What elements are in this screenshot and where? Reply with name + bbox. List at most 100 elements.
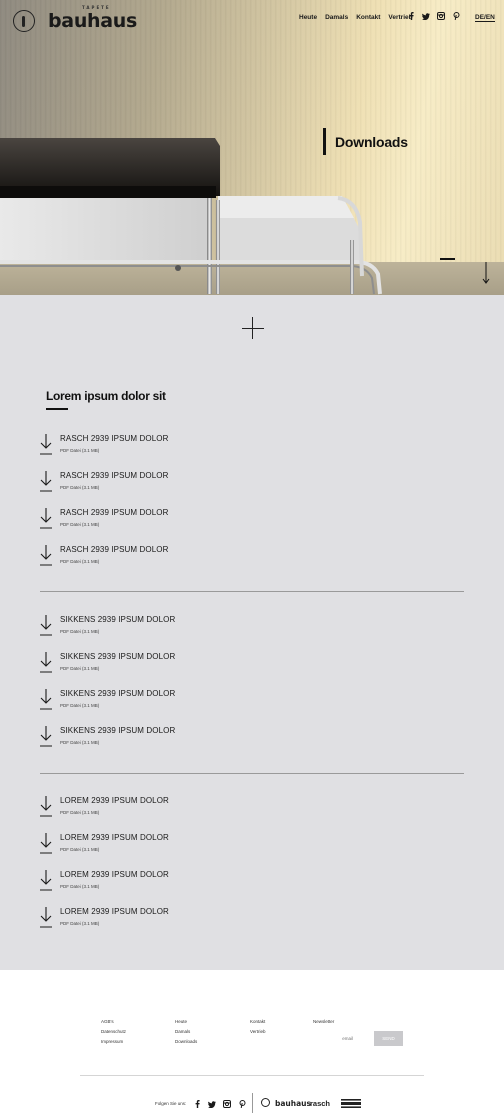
footer-divider <box>80 1075 424 1076</box>
download-arrow-icon <box>40 907 52 928</box>
footer-link-heute[interactable]: Heute <box>175 1019 197 1024</box>
download-item[interactable]: LOREM 2939 IPSUM DOLOR PDF Datei (3.1 MB… <box>40 869 280 899</box>
section-title: Lorem ipsum dolor sit <box>46 389 166 403</box>
instagram-icon[interactable] <box>223 1100 231 1108</box>
download-arrow-icon <box>40 545 52 566</box>
download-arrow-icon <box>40 796 52 817</box>
download-name: RASCH 2939 IPSUM DOLOR <box>60 434 169 443</box>
download-name: RASCH 2939 IPSUM DOLOR <box>60 508 169 517</box>
download-arrow-icon <box>40 689 52 710</box>
nav-item-kontakt[interactable]: Kontakt <box>356 14 380 21</box>
footer-link-damals[interactable]: Damals <box>175 1029 197 1034</box>
download-meta: PDF Datei (3.1 MB) <box>60 810 100 815</box>
download-name: LOREM 2939 IPSUM DOLOR <box>60 833 169 842</box>
download-name: SIKKENS 2939 IPSUM DOLOR <box>60 689 176 698</box>
pinterest-icon[interactable] <box>452 12 460 20</box>
download-arrow-icon <box>40 870 52 891</box>
twitter-icon[interactable] <box>208 1100 216 1108</box>
download-item[interactable]: RASCH 2939 IPSUM DOLOR PDF Datei (3.1 MB… <box>40 507 280 537</box>
download-name: SIKKENS 2939 IPSUM DOLOR <box>60 615 176 624</box>
group-divider <box>40 773 464 774</box>
footer-link-vertrieb[interactable]: Vertrieb <box>250 1029 266 1034</box>
footer-link-downloads[interactable]: Downloads <box>175 1039 197 1044</box>
brand-sikkens-logo-icon[interactable] <box>341 1099 361 1108</box>
brand-rasch-logo[interactable]: rasch <box>310 1099 330 1108</box>
download-item[interactable]: SIKKENS 2939 IPSUM DOLOR PDF Datei (3.1 … <box>40 651 280 681</box>
download-item[interactable]: SIKKENS 2939 IPSUM DOLOR PDF Datei (3.1 … <box>40 725 280 755</box>
nav-item-damals[interactable]: Damals <box>325 14 348 21</box>
footer-column-contact: Kontakt Vertrieb <box>250 1019 266 1039</box>
plus-icon <box>252 317 253 339</box>
main-nav: Heute Damals Kontakt Vertrieb <box>299 14 421 21</box>
download-arrow-icon <box>40 615 52 636</box>
download-name: RASCH 2939 IPSUM DOLOR <box>60 471 169 480</box>
hero-title: Downloads <box>335 134 408 150</box>
footer-column-legal: AGB's Datenschutz Impressum <box>101 1019 126 1049</box>
download-arrow-icon <box>40 652 52 673</box>
download-name: LOREM 2939 IPSUM DOLOR <box>60 870 169 879</box>
hero-title-accent <box>323 128 326 155</box>
language-switcher[interactable]: DE/EN <box>475 14 495 22</box>
newsletter-send-button[interactable]: SEND <box>374 1031 403 1046</box>
download-name: RASCH 2939 IPSUM DOLOR <box>60 545 169 554</box>
download-name: SIKKENS 2939 IPSUM DOLOR <box>60 726 176 735</box>
furniture-illustration <box>0 138 382 295</box>
logo-wordmark: TAPETE bauhaus <box>48 5 138 32</box>
download-arrow-icon <box>40 508 52 529</box>
instagram-icon[interactable] <box>437 12 445 20</box>
download-item[interactable]: RASCH 2939 IPSUM DOLOR PDF Datei (3.1 MB… <box>40 470 280 500</box>
nav-item-heute[interactable]: Heute <box>299 14 317 21</box>
footer-link-datenschutz[interactable]: Datenschutz <box>101 1029 126 1034</box>
logo-tagline: TAPETE <box>82 5 111 10</box>
newsletter-label: Newsletter <box>313 1019 335 1024</box>
download-name: LOREM 2939 IPSUM DOLOR <box>60 796 169 805</box>
download-meta: PDF Datei (3.1 MB) <box>60 847 100 852</box>
pinterest-icon[interactable] <box>238 1100 246 1108</box>
download-meta: PDF Datei (3.1 MB) <box>60 629 100 634</box>
footer-link-agb[interactable]: AGB's <box>101 1019 126 1024</box>
download-meta: PDF Datei (3.1 MB) <box>60 666 100 671</box>
download-item[interactable]: LOREM 2939 IPSUM DOLOR PDF Datei (3.1 MB… <box>40 906 280 936</box>
plus-icon-h <box>242 328 264 329</box>
download-meta: PDF Datei (3.1 MB) <box>60 522 100 527</box>
hero-slide-indicator[interactable] <box>440 258 455 260</box>
language-label[interactable]: DE/EN <box>475 14 495 22</box>
footer <box>0 970 504 1113</box>
download-meta: PDF Datei (3.1 MB) <box>60 559 100 564</box>
footer-link-kontakt[interactable]: Kontakt <box>250 1019 266 1024</box>
download-name: SIKKENS 2939 IPSUM DOLOR <box>60 652 176 661</box>
section-title-underline <box>46 408 68 410</box>
download-arrow-icon <box>40 434 52 455</box>
bauhaus-logo-mark-icon <box>261 1098 270 1107</box>
facebook-icon[interactable] <box>193 1100 201 1108</box>
download-meta: PDF Datei (3.1 MB) <box>60 448 100 453</box>
scroll-down-icon[interactable] <box>482 262 490 284</box>
group-divider <box>40 591 464 592</box>
follow-label: Folgen Sie uns: <box>155 1101 187 1106</box>
logo-name: bauhaus <box>48 10 138 32</box>
download-meta: PDF Datei (3.1 MB) <box>60 703 100 708</box>
newsletter-email-input[interactable] <box>313 1031 373 1046</box>
page: TAPETE bauhaus Heute Damals Kontakt Vert… <box>0 0 504 1113</box>
download-item[interactable]: LOREM 2939 IPSUM DOLOR PDF Datei (3.1 MB… <box>40 832 280 862</box>
download-name: LOREM 2939 IPSUM DOLOR <box>60 907 169 916</box>
logo[interactable]: TAPETE bauhaus <box>13 5 138 32</box>
download-arrow-icon <box>40 726 52 747</box>
footer-social-links <box>193 1100 246 1108</box>
download-item[interactable]: RASCH 2939 IPSUM DOLOR PDF Datei (3.1 MB… <box>40 433 280 463</box>
facebook-icon[interactable] <box>407 12 415 20</box>
hero-banner: TAPETE bauhaus Heute Damals Kontakt Vert… <box>0 0 504 295</box>
footer-column-pages: Heute Damals Downloads <box>175 1019 197 1049</box>
download-arrow-icon <box>40 471 52 492</box>
download-item[interactable]: LOREM 2939 IPSUM DOLOR PDF Datei (3.1 MB… <box>40 795 280 825</box>
download-meta: PDF Datei (3.1 MB) <box>60 921 100 926</box>
brand-bauhaus-logo[interactable]: bauhaus <box>275 1099 311 1108</box>
footer-vertical-separator <box>252 1093 253 1113</box>
download-item[interactable]: SIKKENS 2939 IPSUM DOLOR PDF Datei (3.1 … <box>40 614 280 644</box>
logo-mark-icon <box>13 10 35 32</box>
download-item[interactable]: SIKKENS 2939 IPSUM DOLOR PDF Datei (3.1 … <box>40 688 280 718</box>
header-social-links <box>407 12 460 20</box>
footer-link-impressum[interactable]: Impressum <box>101 1039 126 1044</box>
twitter-icon[interactable] <box>422 12 430 20</box>
download-item[interactable]: RASCH 2939 IPSUM DOLOR PDF Datei (3.1 MB… <box>40 544 280 574</box>
